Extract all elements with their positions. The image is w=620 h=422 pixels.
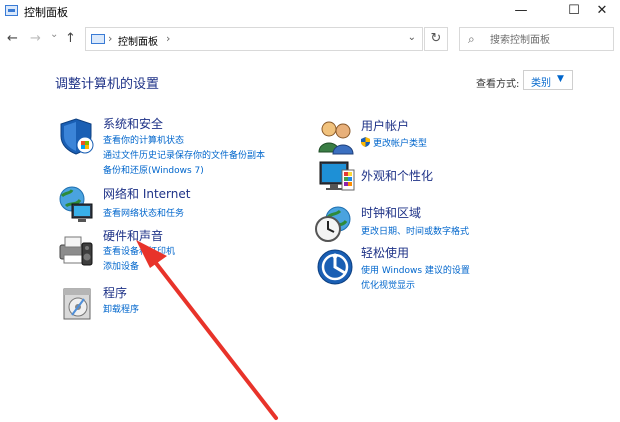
annotation-arrow	[136, 240, 278, 420]
